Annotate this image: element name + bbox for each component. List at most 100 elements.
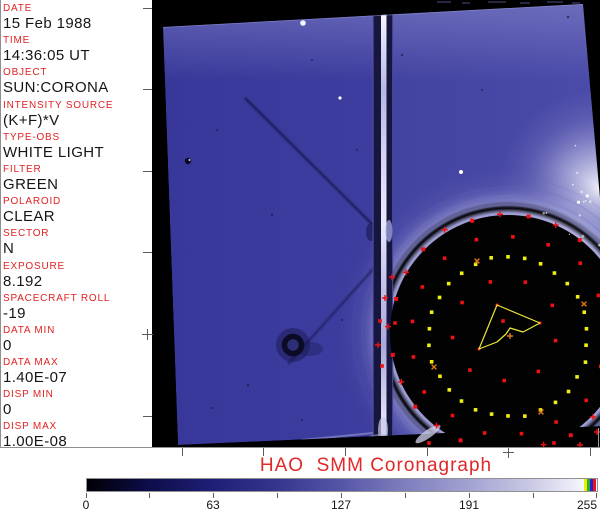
fiducial-marker (553, 400, 558, 405)
colorbar-tick (405, 493, 406, 498)
fiducial-marker (523, 414, 527, 418)
fiducial-marker (470, 218, 475, 223)
meta-value: GREEN (3, 175, 59, 193)
fiducial-marker (596, 293, 600, 298)
meta-entry-exposure: EXPOSURE 8.192 (0, 260, 152, 292)
saturation-stripe-red (593, 479, 596, 491)
fiducial-marker (501, 319, 505, 323)
glow-speckle (568, 233, 570, 235)
meta-label: SPACECRAFT ROLL (3, 292, 111, 304)
meta-value: 8.192 (3, 272, 43, 290)
axis-tick (143, 252, 152, 253)
meta-value: 1.00E-08 (3, 433, 68, 451)
meta-label: DATA MAX (3, 357, 59, 369)
fiducial-marker (506, 255, 510, 259)
fiducial-marker (568, 433, 573, 438)
fiducial-marker (393, 321, 397, 325)
bright-spot (300, 20, 306, 26)
fiducial-marker (413, 404, 418, 409)
colorbar-tick (149, 493, 150, 498)
fiducial-marker (460, 300, 464, 305)
fiducial-marker (582, 310, 587, 315)
meta-entry-spacecraft-roll: SPACECRAFT ROLL -19 (0, 292, 152, 324)
fiducial-marker (421, 247, 426, 252)
meta-label: INTENSITY SOURCE (3, 99, 114, 111)
fiducial-marker (565, 281, 570, 286)
meta-entry-type-obs: TYPE-OBS WHITE LIGHT (0, 131, 152, 163)
meta-value: N (3, 240, 15, 258)
meta-label: DISP MAX (3, 421, 58, 433)
window-root: { "sidebar": { "items": [ {"label": "DAT… (0, 0, 600, 512)
glow-speckle (585, 199, 587, 202)
fiducial-marker (584, 326, 589, 331)
fiducial-marker (546, 243, 550, 247)
fiducial-marker (519, 431, 524, 436)
plot-frame-bottom (0, 447, 600, 448)
glow-speckle (582, 200, 585, 203)
meta-label: DATA MIN (3, 324, 56, 336)
fiducial-marker (442, 256, 447, 261)
meta-label: TIME (3, 35, 31, 47)
fiducial-marker (378, 319, 382, 323)
axis-tick (143, 416, 152, 417)
fiducial-marker (450, 335, 455, 340)
image-display-area (152, 0, 600, 456)
axis-tick-plus (147, 329, 148, 340)
meta-entry-object: OBJECT SUN:CORONA (0, 66, 152, 98)
fiducial-marker (583, 360, 588, 364)
colorbar-tick-label: 63 (206, 498, 220, 512)
meta-label: FILTER (3, 163, 42, 175)
fiducial-marker (474, 237, 479, 242)
fiducial-marker (511, 235, 515, 239)
colorbar-tick-label: 127 (330, 498, 352, 512)
fiducial-marker (482, 431, 487, 435)
colorbar-tick (533, 493, 534, 498)
meta-label: TYPE-OBS (3, 131, 60, 143)
meta-value: -19 (3, 304, 26, 322)
meta-entry-filter: FILTER GREEN (0, 163, 152, 195)
colorbar (86, 478, 598, 492)
fiducial-marker (489, 412, 494, 416)
meta-label: EXPOSURE (3, 260, 65, 272)
fiducial-marker (473, 408, 478, 412)
fiducial-marker (584, 343, 588, 348)
metadata-panel: DATE 15 Feb 1988 TIME 14:36:05 UT OBJECT… (0, 0, 152, 451)
fiducial-marker (438, 374, 442, 379)
fiducial-marker (566, 389, 571, 394)
fiducial-marker (420, 285, 425, 289)
meta-entry-data-max: DATA MAX 1.40E-07 (0, 356, 152, 388)
fiducial-marker (459, 271, 464, 276)
fiducial-marker (578, 261, 583, 266)
fiducial-marker (550, 303, 555, 308)
fiducial-marker (459, 399, 464, 403)
plot-frame-right (598, 428, 599, 447)
fiducial-marker (575, 294, 580, 299)
meta-entry-date: DATE 15 Feb 1988 (0, 2, 152, 34)
fiducial-marker (489, 256, 493, 260)
axis-tick (143, 8, 152, 9)
colorbar-tick-label: 0 (82, 498, 90, 512)
fiducial-marker (468, 368, 472, 372)
meta-label: SECTOR (3, 228, 50, 240)
meta-entry-sector: SECTOR N (0, 227, 152, 259)
fiducial-marker (422, 390, 427, 394)
meta-label: OBJECT (3, 67, 48, 79)
fiducial-marker (506, 414, 510, 418)
axis-tick (143, 171, 152, 172)
bright-spot (459, 170, 463, 174)
fiducial-marker (554, 420, 558, 424)
fiducial-marker (552, 271, 557, 275)
meta-value: 14:36:05 UT (3, 47, 90, 65)
meta-value: CLEAR (3, 208, 56, 226)
fiducial-marker (526, 214, 531, 219)
glow-speckle (580, 190, 584, 194)
fiducial-marker (575, 375, 579, 379)
colorbar-tick-label: 255 (576, 498, 598, 512)
meta-label: POLAROID (3, 196, 62, 208)
fiducial-marker (458, 438, 463, 443)
colorbar-tick-label: 191 (458, 498, 480, 512)
meta-label: DATE (3, 3, 33, 14)
plot-title: HAO SMM Coronagraph (259, 455, 493, 476)
fiducial-marker (410, 319, 415, 324)
meta-entry-time: TIME 14:36:05 UT (0, 34, 152, 66)
